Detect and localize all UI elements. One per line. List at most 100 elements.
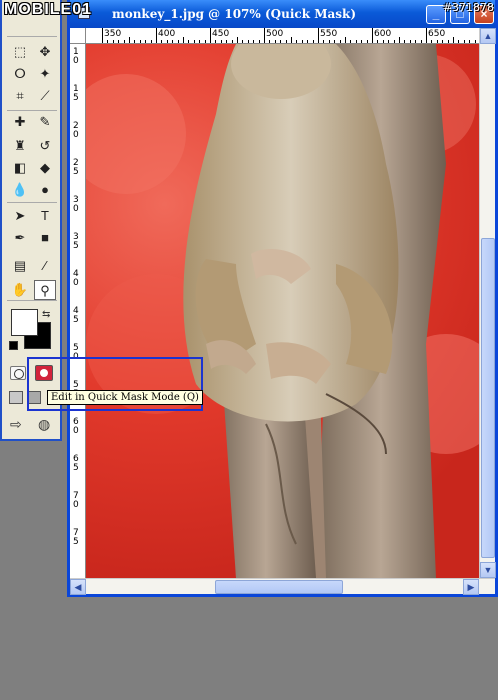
ruler-tick — [469, 40, 471, 43]
ruler-v-label: 25 — [73, 159, 81, 177]
ruler-h-label: 550 — [320, 29, 338, 39]
zoom-icon[interactable]: ⚲ — [34, 280, 56, 300]
ruler-v-digit: 5 — [73, 463, 79, 473]
scroll-up-button[interactable]: ▲ — [480, 28, 496, 44]
ruler-v-label: 35 — [73, 233, 81, 251]
ruler-v-label: 30 — [73, 196, 81, 214]
ruler-tick — [107, 40, 109, 43]
move-icon[interactable]: ✥ — [34, 42, 56, 62]
scroll-left-button[interactable]: ◀ — [70, 579, 86, 595]
ruler-tick — [345, 37, 346, 43]
ruler-tick — [366, 40, 368, 43]
vertical-scroll-thumb[interactable] — [481, 238, 495, 558]
image-canvas[interactable] — [86, 44, 479, 578]
ruler-v-label: 75 — [73, 529, 81, 547]
blur-icon[interactable]: 💧 — [9, 180, 31, 200]
toolbox-separator — [7, 110, 57, 111]
ruler-tick — [350, 40, 352, 43]
hand-icon[interactable]: ✋ — [9, 280, 31, 300]
jump-to-imageready-icon[interactable]: ⇨ — [10, 416, 22, 433]
ruler-tick — [431, 40, 433, 43]
ruler-tick — [339, 40, 341, 43]
ruler-tick — [393, 40, 395, 43]
pen-icon[interactable]: ✒ — [9, 228, 31, 248]
rectangle-icon[interactable]: ■ — [34, 228, 56, 248]
ruler-tick — [199, 40, 201, 43]
ruler-tick — [188, 40, 190, 43]
ruler-corner[interactable] — [70, 28, 86, 44]
scroll-right-button[interactable]: ▶ — [463, 579, 479, 595]
imageready-icon[interactable]: ◍ — [38, 416, 50, 433]
ruler-tick — [307, 40, 309, 43]
ruler-tick — [318, 28, 319, 43]
ruler-v-digit: 0 — [73, 56, 79, 66]
ruler-v-digit: 0 — [73, 130, 79, 140]
title-bar[interactable]: monkey_1.jpg @ 107% (Quick Mask) _ □ × — [70, 0, 495, 28]
ruler-tick — [372, 28, 373, 43]
ruler-tick — [242, 40, 244, 43]
marquee-icon[interactable]: ⬚ — [9, 42, 31, 62]
ruler-v-label: 15 — [73, 85, 81, 103]
ruler-v-label: 45 — [73, 307, 81, 325]
ruler-tick — [204, 40, 206, 43]
ruler-tick — [134, 40, 136, 43]
ruler-tick — [220, 40, 222, 43]
ruler-tick — [474, 40, 476, 43]
scroll-down-button[interactable]: ▼ — [480, 562, 496, 578]
ruler-h-label: 350 — [104, 29, 122, 39]
ruler-tick — [301, 40, 303, 43]
ruler-tick — [215, 40, 217, 43]
horizontal-ruler[interactable]: 350 400 450 500 550 600 650 — [86, 28, 495, 44]
ruler-tick — [442, 40, 444, 43]
eyedropper-icon[interactable]: ⁄ — [34, 256, 56, 276]
dodge-icon[interactable]: ● — [34, 180, 56, 200]
ruler-v-digit: 5 — [73, 537, 79, 547]
ruler-h-label: 400 — [158, 29, 176, 39]
history-brush-icon[interactable]: ↺ — [34, 136, 56, 156]
notes-icon[interactable]: ▤ — [9, 256, 31, 276]
slice-icon[interactable]: ⟋ — [34, 86, 56, 106]
horizontal-scrollbar[interactable]: ◀ ▶ — [70, 578, 495, 595]
ruler-v-label: 10 — [73, 48, 81, 66]
horizontal-scroll-thumb[interactable] — [215, 580, 343, 594]
ruler-v-digit: 5 — [73, 167, 79, 177]
ruler-v-label: 20 — [73, 122, 81, 140]
ruler-tick — [280, 40, 282, 43]
ruler-v-digit: 0 — [73, 426, 79, 436]
ruler-tick — [285, 40, 287, 43]
ruler-h-label: 600 — [374, 29, 392, 39]
ruler-v-label: 60 — [73, 418, 81, 436]
ruler-tick — [210, 28, 211, 43]
ruler-v-digit: 0 — [73, 204, 79, 214]
ruler-tick — [177, 40, 179, 43]
lasso-icon[interactable]: ⵔ — [9, 64, 31, 84]
default-colors-icon[interactable] — [9, 341, 18, 350]
ruler-tick — [291, 37, 292, 43]
ruler-tick — [458, 40, 460, 43]
brush-icon[interactable]: ✎ — [34, 112, 56, 132]
ruler-tick — [404, 40, 406, 43]
vertical-scrollbar[interactable]: ▲ ▼ — [479, 28, 496, 578]
eraser-icon[interactable]: ◧ — [9, 158, 31, 178]
path-selection-icon[interactable]: ➤ — [9, 206, 31, 226]
ruler-tick — [172, 40, 174, 43]
paint-bucket-icon[interactable]: ◆ — [34, 158, 56, 178]
ruler-tick — [150, 40, 152, 43]
magic-wand-icon[interactable]: ✦ — [34, 64, 56, 84]
ruler-v-digit: 5 — [73, 93, 79, 103]
crop-icon[interactable]: ⌗ — [9, 86, 31, 106]
screen-mode-standard-button[interactable] — [9, 391, 23, 404]
swap-colors-icon[interactable]: ⇆ — [42, 309, 50, 320]
ruler-tick — [237, 37, 238, 43]
ruler-v-digit: 5 — [73, 241, 79, 251]
ruler-h-label: 500 — [266, 29, 284, 39]
clone-stamp-icon[interactable]: ♜ — [9, 136, 31, 156]
foreground-color-swatch[interactable] — [11, 309, 38, 336]
healing-brush-icon[interactable]: ✚ — [9, 112, 31, 132]
ruler-tick — [112, 40, 114, 43]
quick-mask-tooltip: Edit in Quick Mask Mode (Q) — [47, 390, 203, 405]
type-icon[interactable]: T — [34, 206, 56, 226]
ruler-tick — [161, 40, 163, 43]
standard-mode-button[interactable] — [10, 366, 26, 380]
vertical-ruler[interactable]: 1015202530354045505560657075 — [70, 44, 86, 578]
